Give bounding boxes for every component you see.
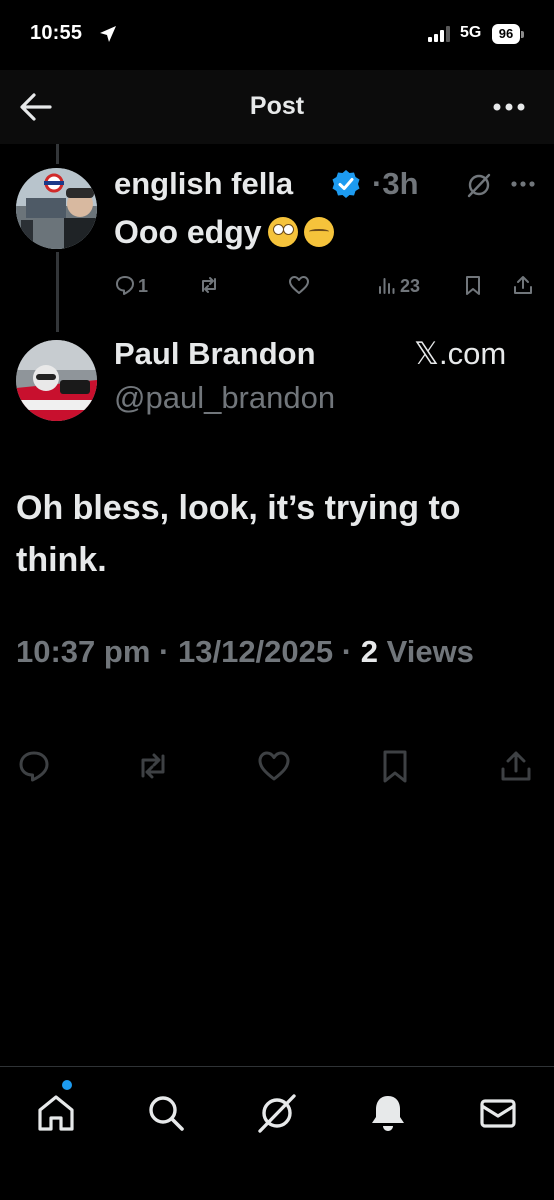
bottom-navigation — [0, 1066, 554, 1200]
heart-icon — [289, 276, 309, 294]
home-icon — [38, 1095, 74, 1131]
avatar-paul-brandon[interactable] — [16, 340, 97, 421]
reply-views-count: 23 — [400, 276, 421, 296]
reply-author-name[interactable]: english fella — [114, 166, 293, 202]
reply-text-content: Ooo edgy — [114, 214, 262, 250]
post-author-name[interactable]: Paul Brandon — [114, 336, 316, 372]
nav-grok[interactable] — [255, 1091, 299, 1135]
more-horizontal-icon[interactable] — [492, 102, 526, 112]
reply-action-bar: 1 23 — [114, 274, 539, 302]
avatar-english-fella[interactable] — [16, 168, 97, 249]
post-meta: 10:37 pm · 13/12/2025 · 2 Views — [16, 634, 474, 670]
reply-views-button[interactable]: 23 — [376, 274, 420, 302]
location-arrow-icon — [100, 26, 116, 42]
status-time: 10:55 — [30, 22, 83, 44]
messages-mail-icon — [480, 1099, 516, 1128]
reply-comment-count: 1 — [138, 276, 149, 296]
post-time: 10:37 pm — [16, 634, 151, 669]
page-title: Post — [249, 92, 305, 120]
reply-like-button[interactable] — [288, 274, 310, 302]
avatar-image — [16, 340, 97, 421]
sleeping-face-icon — [303, 217, 334, 247]
heart-icon — [258, 751, 290, 781]
nav-notifications[interactable] — [366, 1091, 410, 1135]
reply-bookmark-button[interactable] — [462, 274, 484, 302]
comment-icon — [19, 751, 49, 782]
thread-line-top — [56, 144, 59, 164]
share-icon — [501, 751, 531, 781]
repost-button[interactable] — [135, 748, 175, 788]
thread-line — [56, 252, 59, 332]
nav-home[interactable] — [34, 1091, 78, 1135]
reply-repost-button[interactable] — [198, 274, 220, 302]
separator-dot: · — [372, 166, 383, 201]
nav-search[interactable] — [144, 1091, 188, 1135]
post-text: Oh bless, look, it’s trying to think. — [16, 489, 461, 579]
post-date: 13/12/2025 — [177, 634, 334, 669]
bookmark-button[interactable] — [377, 748, 417, 788]
network-label: 5G — [460, 24, 482, 41]
meta-separator: · — [341, 634, 353, 669]
reply-timestamp: ·3h — [372, 166, 419, 202]
verified-badge-icon — [332, 170, 360, 198]
bookmark-icon — [383, 750, 407, 783]
home-notification-dot — [62, 1080, 72, 1090]
grok-icon[interactable] — [466, 172, 492, 198]
search-icon — [149, 1096, 184, 1131]
share-button[interactable] — [498, 748, 538, 788]
like-button[interactable] — [256, 748, 296, 788]
post-views-label: Views — [386, 634, 474, 669]
share-icon — [514, 276, 532, 294]
meta-separator: · — [159, 634, 170, 669]
repost-icon — [141, 753, 165, 779]
reply-comment-button[interactable]: 1 — [114, 274, 148, 302]
repost-icon — [202, 277, 216, 293]
post-action-bar — [0, 748, 554, 788]
battery-icon: 96 — [492, 24, 524, 44]
battery-level: 96 — [492, 24, 520, 44]
notifications-bell-icon — [372, 1096, 404, 1131]
face-with-rolling-eyes-icon — [267, 217, 298, 247]
nav-messages[interactable] — [476, 1091, 520, 1135]
comment-button[interactable] — [16, 748, 56, 788]
reply-text: Ooo edgy — [114, 214, 334, 251]
reply-share-button[interactable] — [512, 274, 534, 302]
comment-icon — [116, 276, 134, 295]
top-header: Post — [0, 70, 554, 144]
x-com-link[interactable]: 𝕏.com — [414, 336, 506, 372]
bookmark-icon — [466, 276, 480, 295]
status-bar: 10:55 5G 96 — [0, 0, 554, 70]
reply-time: 3h — [382, 166, 419, 201]
views-chart-icon — [379, 278, 395, 294]
avatar-image — [16, 168, 97, 249]
reply-more-icon[interactable] — [510, 180, 536, 188]
post-views-count[interactable]: 2 — [361, 634, 378, 669]
post-author-handle[interactable]: @paul_brandon — [114, 380, 335, 416]
signal-icon — [428, 26, 450, 42]
battery-cap — [521, 31, 524, 38]
grok-icon — [258, 1094, 296, 1133]
